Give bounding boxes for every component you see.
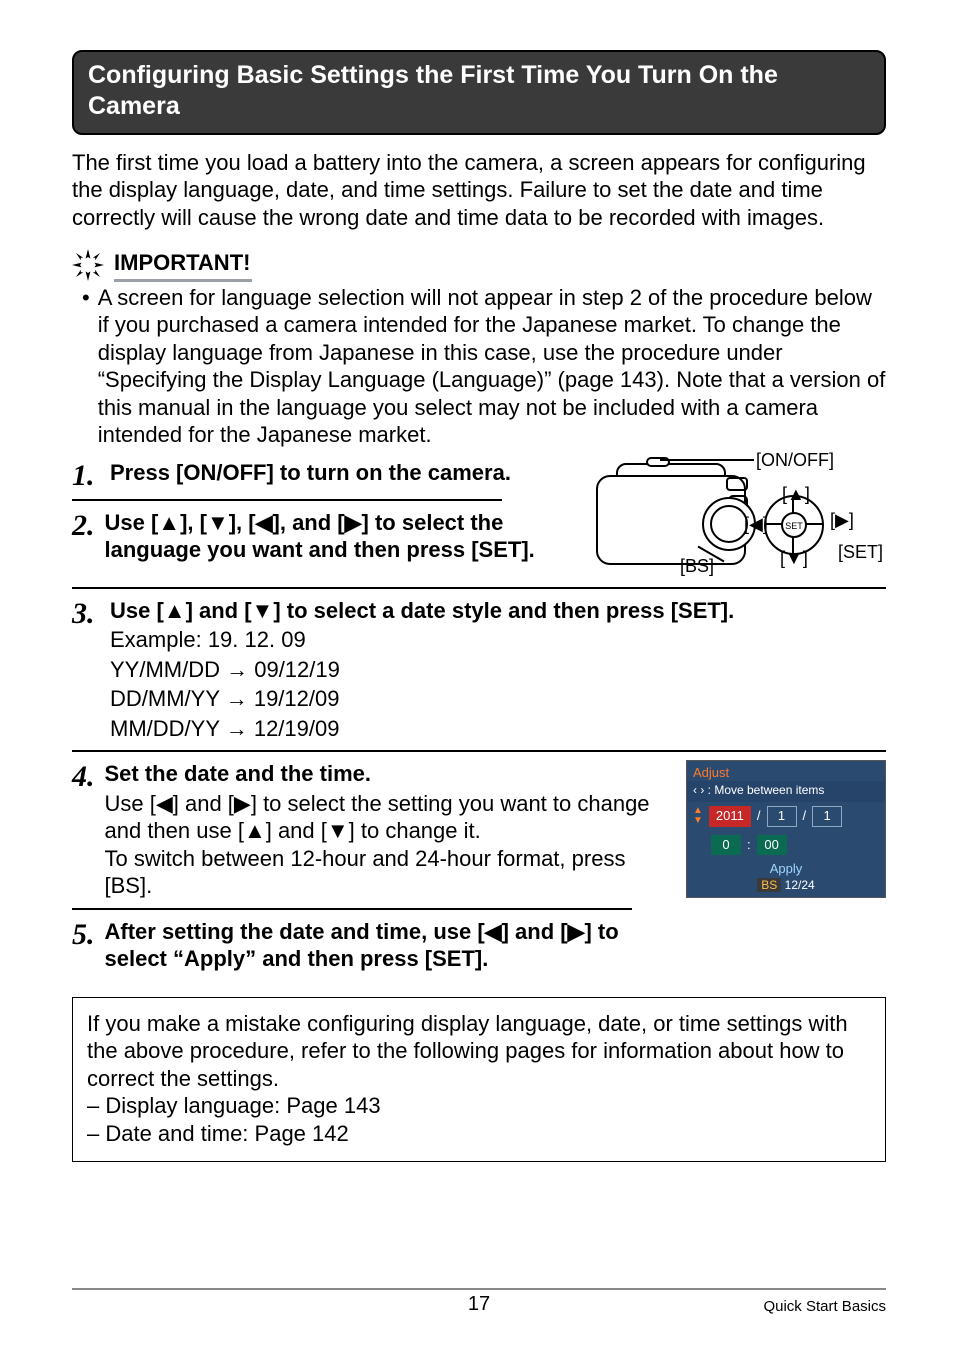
label-down: [▼] — [780, 547, 808, 570]
step-1-num: 1. — [72, 459, 100, 491]
adjust-hint: ‹ › : Move between items — [687, 781, 885, 802]
step-1-head: Press [ON/OFF] to turn on the camera. — [110, 459, 568, 487]
steps-1-2-text: 1. Press [ON/OFF] to turn on the camera.… — [72, 459, 568, 570]
camera-lens-inner — [710, 505, 748, 543]
label-set: [SET] — [838, 541, 883, 564]
camera-small-button — [726, 477, 748, 491]
step-4: 4. Set the date and the time. Use [◀] an… — [72, 760, 668, 900]
step-3: 3. Use [▲] and [▼] to select a date styl… — [72, 597, 886, 743]
step-4-body: Use [◀] and [▶] to select the setting yo… — [105, 790, 669, 900]
step-2-head: Use [▲], [▼], [◀], and [▶] to select the… — [105, 509, 569, 564]
camera-diagram: SET [ON/OFF] [▲] [▼] [◀] [▶] [SET] [BS] — [586, 459, 886, 579]
label-bs: [BS] — [680, 555, 714, 578]
step-3-line1: YY/MM/DD → 09/12/19 — [110, 656, 886, 684]
control-set-button: SET — [781, 512, 807, 538]
adjust-date-row: ▲▼ 2011 / 1 / 1 — [687, 802, 885, 830]
step-4-with-figure: 4. Set the date and the time. Use [◀] an… — [72, 760, 886, 979]
label-up: [▲] — [782, 483, 810, 506]
important-bullet: • A screen for language selection will n… — [82, 284, 886, 449]
note-intro: If you make a mistake configuring displa… — [87, 1010, 871, 1093]
page-number: 17 — [72, 1292, 886, 1317]
field-year: 2011 — [709, 806, 751, 826]
adjust-format: 12/24 — [785, 878, 815, 892]
divider — [72, 499, 502, 501]
intro-paragraph: The first time you load a battery into t… — [72, 149, 886, 232]
date-sep: / — [757, 808, 761, 824]
adjust-format-row: BS 12/24 — [687, 878, 885, 897]
step-1: 1. Press [ON/OFF] to turn on the camera. — [72, 459, 568, 491]
adjust-bs: BS — [757, 878, 781, 892]
note-line2: – Date and time: Page 142 — [87, 1120, 871, 1148]
time-sep: : — [747, 837, 751, 853]
step-3-head: Use [▲] and [▼] to select a date style a… — [110, 597, 886, 625]
label-onoff: [ON/OFF] — [756, 449, 834, 472]
step-4-5-text: 4. Set the date and the time. Use [◀] an… — [72, 760, 668, 979]
step-3-line3: MM/DD/YY → 12/19/09 — [110, 715, 886, 743]
steps-1-2-with-diagram: 1. Press [ON/OFF] to turn on the camera.… — [72, 459, 886, 579]
step-3-example: Example: 19. 12. 09 — [110, 626, 886, 654]
important-label: IMPORTANT! — [114, 249, 252, 282]
step-2-num: 2. — [72, 509, 95, 541]
field-month: 1 — [767, 806, 797, 826]
divider — [72, 908, 632, 910]
step-5: 5. After setting the date and time, use … — [72, 918, 668, 973]
section-title: Configuring Basic Settings the First Tim… — [88, 61, 778, 120]
step-5-head: After setting the date and time, use [◀]… — [105, 918, 669, 973]
field-minute: 00 — [757, 835, 787, 855]
step-3-num: 3. — [72, 597, 100, 629]
divider — [72, 587, 886, 589]
note-line1: – Display language: Page 143 — [87, 1092, 871, 1120]
bullet-dot: • — [82, 284, 90, 449]
field-hour: 0 — [711, 835, 741, 855]
burst-icon — [72, 249, 104, 281]
page-footer: 17 Quick Start Basics — [72, 1288, 886, 1317]
step-5-num: 5. — [72, 918, 95, 950]
important-heading: IMPORTANT! — [72, 249, 886, 282]
adjust-apply: Apply — [687, 859, 885, 878]
note-box: If you make a mistake configuring displa… — [72, 997, 886, 1163]
step-4-num: 4. — [72, 760, 95, 792]
important-text: A screen for language selection will not… — [98, 284, 886, 449]
date-sep: / — [803, 808, 807, 824]
field-day: 1 — [812, 806, 842, 826]
spinner-arrows-icon: ▲▼ — [693, 806, 703, 826]
label-left: [◀] — [744, 513, 768, 536]
adjust-title: Adjust — [687, 761, 885, 781]
steps: 1. Press [ON/OFF] to turn on the camera.… — [72, 459, 886, 979]
step-3-line2: DD/MM/YY → 19/12/09 — [110, 685, 886, 713]
adjust-screenshot: Adjust ‹ › : Move between items ▲▼ 2011 … — [686, 760, 886, 898]
step-2: 2. Use [▲], [▼], [◀], and [▶] to select … — [72, 509, 568, 564]
divider — [72, 750, 886, 752]
section-header: Configuring Basic Settings the First Tim… — [72, 50, 886, 135]
label-right: [▶] — [830, 509, 854, 532]
leader-line — [660, 459, 754, 461]
step-4-head: Set the date and the time. — [105, 760, 669, 788]
adjust-time-row: 0 : 00 — [687, 831, 885, 859]
